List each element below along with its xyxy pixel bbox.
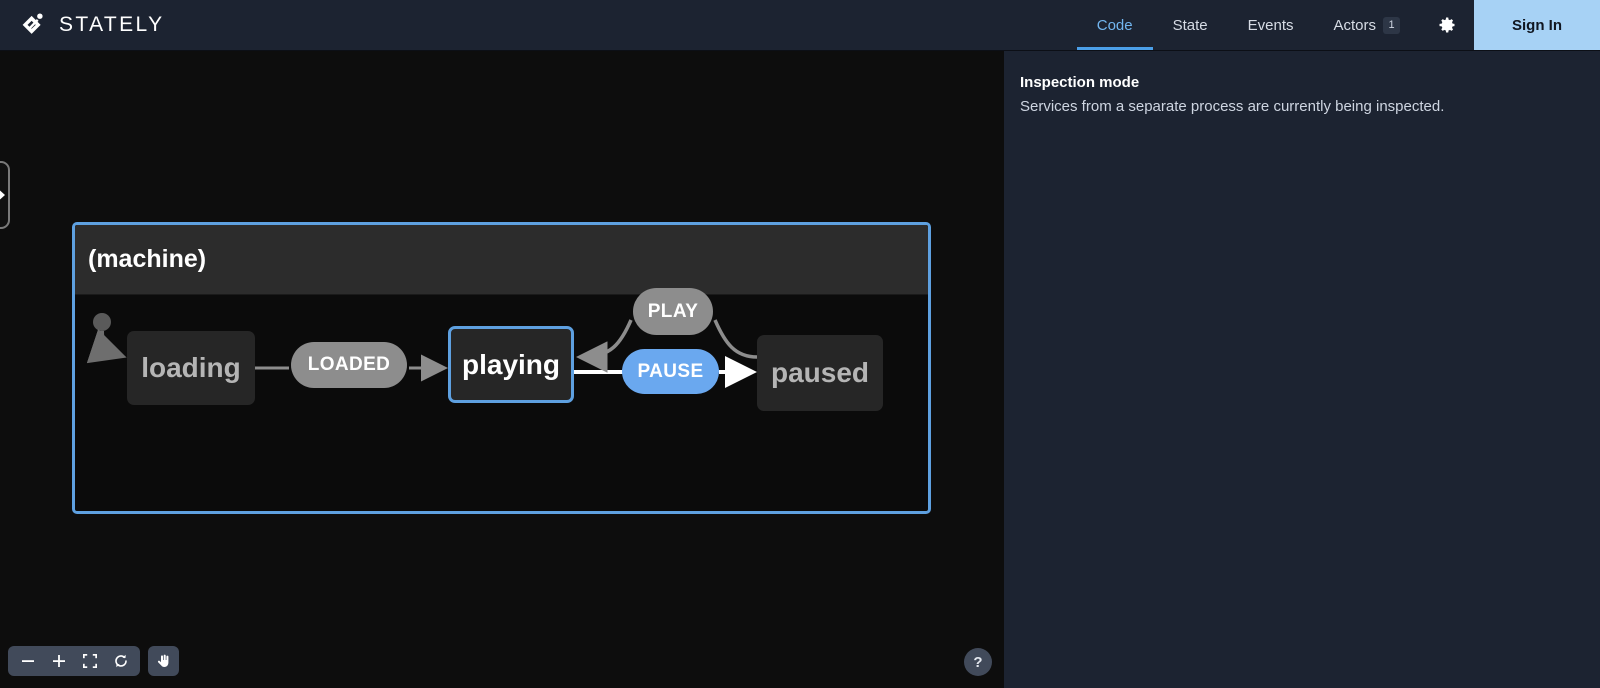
app-root: STATELY Code State Events Actors 1 Sign … bbox=[0, 0, 1600, 688]
reset-button[interactable] bbox=[105, 646, 136, 676]
tab-events[interactable]: Events bbox=[1228, 0, 1314, 50]
chevron-right-icon bbox=[0, 190, 5, 200]
fit-to-view-button[interactable] bbox=[74, 646, 105, 676]
tab-actors[interactable]: Actors 1 bbox=[1313, 0, 1420, 50]
left-drawer-toggle[interactable] bbox=[0, 161, 10, 229]
zoom-button-group bbox=[8, 646, 140, 676]
canvas-toolbar bbox=[8, 646, 179, 676]
zoom-in-button[interactable] bbox=[43, 646, 74, 676]
panel-description: Services from a separate process are cur… bbox=[1020, 98, 1445, 115]
actors-count-badge: 1 bbox=[1383, 16, 1400, 34]
top-nav: Code State Events Actors 1 bbox=[1076, 0, 1420, 50]
stately-diamond-logo-icon bbox=[22, 13, 43, 34]
event-pill-pause[interactable]: PAUSE bbox=[622, 349, 719, 394]
tab-events-label: Events bbox=[1247, 16, 1294, 34]
help-button[interactable]: ? bbox=[964, 648, 992, 676]
settings-button[interactable] bbox=[1420, 0, 1474, 50]
event-pill-play[interactable]: PLAY bbox=[633, 288, 713, 335]
brand-name: STATELY bbox=[59, 13, 165, 36]
machine-body: loading playing paused LOADED PLAY PAUSE bbox=[75, 288, 928, 511]
zoom-out-button[interactable] bbox=[12, 646, 43, 676]
fit-screen-icon bbox=[82, 654, 97, 668]
machine-container[interactable]: (machine) loading playing paused LOADED … bbox=[72, 222, 931, 514]
transition-edges bbox=[86, 313, 758, 388]
tab-code-label: Code bbox=[1096, 16, 1133, 34]
sign-in-label: Sign In bbox=[1512, 16, 1562, 34]
event-pill-loaded-label: LOADED bbox=[307, 354, 391, 375]
statechart-canvas[interactable]: (machine) loading playing paused LOADED … bbox=[0, 51, 1004, 688]
reset-circle-icon bbox=[114, 654, 127, 668]
tab-state-label: State bbox=[1172, 16, 1208, 34]
pan-hand-button[interactable] bbox=[148, 646, 179, 676]
tab-state[interactable]: State bbox=[1153, 0, 1228, 50]
main-body: (machine) loading playing paused LOADED … bbox=[0, 51, 1600, 688]
hand-icon bbox=[157, 654, 168, 667]
gear-icon bbox=[1439, 17, 1455, 33]
panel-title: Inspection mode bbox=[1020, 74, 1140, 91]
tab-actors-label: Actors bbox=[1333, 16, 1376, 34]
machine-title: (machine) bbox=[88, 245, 207, 273]
inspection-panel: Inspection mode Services from a separate… bbox=[1004, 51, 1600, 688]
initial-state-dot bbox=[93, 313, 111, 331]
top-bar: STATELY Code State Events Actors 1 Sign … bbox=[0, 0, 1600, 51]
brand-logo-group[interactable]: STATELY bbox=[0, 0, 185, 50]
machine-header: (machine) bbox=[75, 225, 928, 295]
minus-icon bbox=[21, 660, 34, 662]
tab-code[interactable]: Code bbox=[1076, 0, 1153, 50]
sign-in-button[interactable]: Sign In bbox=[1474, 0, 1600, 50]
plus-icon bbox=[52, 655, 65, 667]
event-pill-play-label: PLAY bbox=[647, 300, 699, 322]
help-label: ? bbox=[973, 653, 983, 671]
event-pill-loaded[interactable]: LOADED bbox=[291, 342, 407, 388]
event-pill-pause-label: PAUSE bbox=[637, 360, 704, 382]
